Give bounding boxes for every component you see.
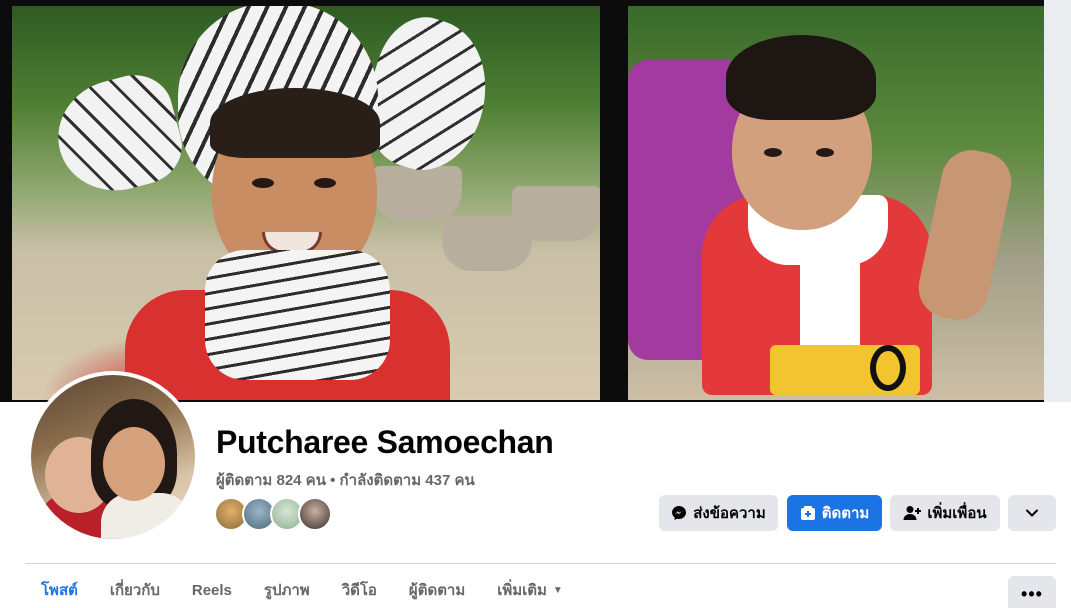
child-hair	[210, 88, 380, 158]
tab-videos[interactable]: วิดีโอ	[326, 572, 393, 608]
avatar-girl-face	[103, 427, 165, 501]
tab-posts[interactable]: โพสต์	[25, 572, 94, 608]
eye	[816, 148, 834, 157]
message-label: ส่งข้อความ	[693, 505, 766, 522]
profile-dropdown-button[interactable]	[1008, 495, 1056, 531]
cover-photo-left	[12, 6, 600, 400]
friend-avatars[interactable]	[214, 497, 332, 531]
eye	[314, 178, 336, 188]
cover-edge	[1044, 0, 1071, 402]
baby-hair	[726, 35, 876, 120]
tab-photos[interactable]: รูปภาพ	[248, 572, 326, 608]
tab-about[interactable]: เกี่ยวกับ	[94, 572, 176, 608]
more-dots-icon: •••	[1021, 583, 1043, 604]
baby-arm	[913, 144, 1017, 326]
plant-pot	[372, 166, 462, 221]
eye	[764, 148, 782, 157]
belt-buckle	[870, 345, 906, 391]
hat-ear-left	[45, 66, 191, 204]
add-friend-icon	[903, 506, 922, 520]
eye	[252, 178, 274, 188]
chevron-down-icon	[1026, 509, 1038, 517]
follower-stats[interactable]: ผู้ติดตาม 824 คน • กำลังติดตาม 437 คน	[216, 468, 475, 492]
caret-down-icon: ▼	[552, 584, 563, 596]
follow-label: ติดตาม	[821, 505, 870, 522]
friend-avatar[interactable]	[298, 497, 332, 531]
header-divider	[25, 563, 1056, 564]
more-options-button[interactable]: •••	[1008, 576, 1056, 608]
tab-more[interactable]: เพิ่มเติม ▼	[481, 572, 579, 608]
tab-followers[interactable]: ผู้ติดตาม	[393, 572, 481, 608]
follow-icon	[800, 506, 815, 520]
avatar-girl-shirt	[101, 493, 191, 539]
avatar-image	[31, 375, 195, 539]
profile-avatar[interactable]	[27, 371, 199, 543]
messenger-icon	[672, 506, 687, 520]
message-button[interactable]: ส่งข้อความ	[659, 495, 778, 531]
profile-name: Putcharee Samoechan	[216, 424, 554, 460]
follow-button[interactable]: ติดตาม	[787, 495, 882, 531]
add-friend-button[interactable]: เพิ่มเพื่อน	[890, 495, 1000, 531]
cover-photo[interactable]	[0, 0, 1071, 402]
add-friend-label: เพิ่มเพื่อน	[927, 505, 987, 522]
tab-reels[interactable]: Reels	[176, 572, 248, 608]
cover-photo-right	[628, 6, 1044, 400]
striped-scarf	[205, 250, 390, 380]
plant-pot	[512, 186, 600, 241]
profile-tabs: โพสต์ เกี่ยวกับ Reels รูปภาพ วิดีโอ ผู้ต…	[25, 572, 579, 608]
